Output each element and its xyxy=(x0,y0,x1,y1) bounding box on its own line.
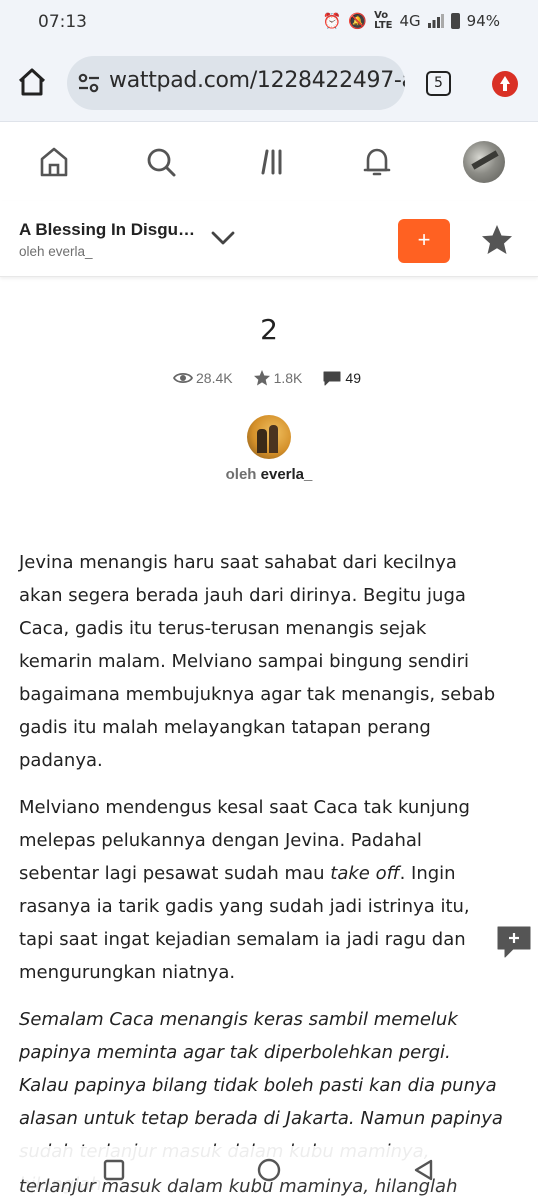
browser-home-icon[interactable] xyxy=(16,66,48,98)
url-text: wattpad.com/1228422497-a-blessing-in-dis… xyxy=(109,68,405,93)
update-icon[interactable] xyxy=(492,71,518,97)
part-stats: 28.4K 1.8K 49 xyxy=(173,369,361,387)
reads-count: 28.4K xyxy=(196,370,233,386)
user-avatar[interactable] xyxy=(463,141,505,183)
story-text-italic: take off xyxy=(330,863,400,884)
back-icon[interactable] xyxy=(412,1158,436,1182)
vote-star-icon[interactable] xyxy=(480,223,514,257)
battery-level: 94% xyxy=(466,12,500,30)
story-header: A Blessing In Disgu… oleh everla_ + xyxy=(0,201,538,277)
add-to-library-button[interactable]: + xyxy=(398,219,450,263)
site-navbar xyxy=(0,123,538,201)
story-body: Jevina menangis haru saat sahabat dari k… xyxy=(19,546,504,1199)
battery-icon xyxy=(450,13,460,29)
eye-icon xyxy=(173,372,193,384)
comments-stat[interactable]: 49 xyxy=(322,370,361,386)
volte-icon: Vo LTE xyxy=(374,10,393,31)
site-settings-icon[interactable] xyxy=(77,72,101,94)
home-icon[interactable] xyxy=(37,145,71,179)
story-author[interactable]: oleh everla_ xyxy=(19,244,93,259)
votes-stat: 1.8K xyxy=(253,369,303,387)
alarm-icon: ⏰ xyxy=(322,12,342,30)
votes-count: 1.8K xyxy=(273,370,303,386)
story-paragraph: Jevina menangis haru saat sahabat dari k… xyxy=(19,552,496,771)
author-avatar[interactable] xyxy=(247,415,291,459)
system-navbar: terlanjur masuk dalam kubu maminya, hila… xyxy=(0,1146,538,1199)
mute-bell-icon: 🔕 xyxy=(348,12,368,30)
status-bar: 07:13 ⏰ 🔕 Vo LTE 4G 94% xyxy=(0,0,538,44)
signal-icon xyxy=(427,14,444,28)
inline-comment-icon[interactable] xyxy=(497,925,531,959)
chevron-down-icon[interactable] xyxy=(210,229,236,247)
search-icon[interactable] xyxy=(144,145,178,179)
status-icons: ⏰ 🔕 Vo LTE 4G 94% xyxy=(323,11,500,31)
status-time: 07:13 xyxy=(38,12,87,32)
library-icon[interactable] xyxy=(254,145,288,179)
comments-count: 49 xyxy=(345,370,361,386)
story-paragraph: Melviano mendengus kesal saat Caca tak k… xyxy=(19,791,504,989)
home-circle-icon[interactable] xyxy=(257,1158,281,1182)
part-title: 2 xyxy=(260,313,278,346)
network-label: 4G xyxy=(399,12,421,30)
byline-prefix: oleh xyxy=(225,466,257,483)
bell-icon[interactable] xyxy=(360,145,394,179)
tab-switcher-button[interactable]: 5 xyxy=(426,71,451,96)
browser-toolbar: wattpad.com/1228422497-a-blessing-in-dis… xyxy=(0,44,538,122)
comment-icon xyxy=(323,371,341,386)
author-byline[interactable]: oleh everla_ xyxy=(0,466,538,483)
story-title[interactable]: A Blessing In Disgu… xyxy=(19,220,195,240)
address-bar[interactable]: wattpad.com/1228422497-a-blessing-in-dis… xyxy=(67,56,405,110)
recents-icon[interactable] xyxy=(102,1158,126,1182)
scrolled-text-ghost: terlanjur masuk dalam kubu maminya, hila… xyxy=(19,1176,458,1197)
star-icon xyxy=(253,370,270,386)
reads-stat: 28.4K xyxy=(173,370,233,386)
byline-name: everla_ xyxy=(260,466,313,483)
